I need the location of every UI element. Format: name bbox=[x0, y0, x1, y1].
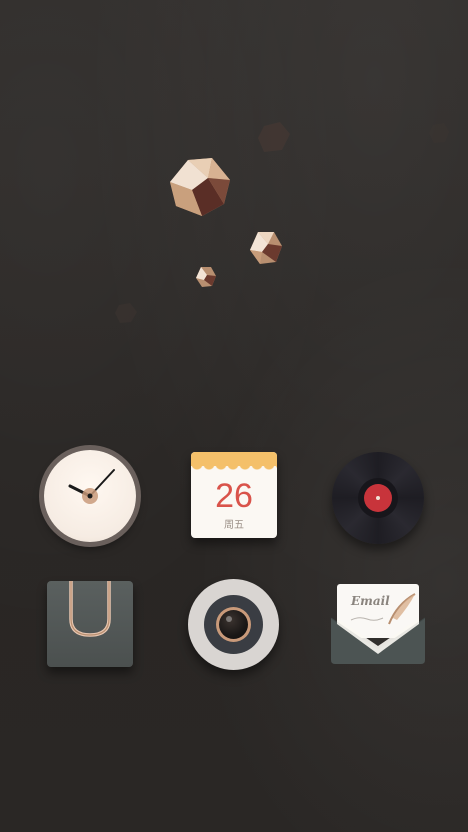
lens-glass bbox=[219, 610, 248, 639]
calendar-app-icon[interactable]: 26 周五 bbox=[191, 452, 277, 538]
blurred-gem-decoration bbox=[115, 303, 137, 323]
medium-gem-decoration bbox=[250, 232, 282, 264]
clock-app-icon[interactable] bbox=[44, 450, 136, 542]
clock-icon bbox=[68, 469, 115, 504]
camera-app-icon[interactable] bbox=[188, 579, 279, 670]
record-spindle-hole bbox=[376, 496, 380, 500]
blurred-gem-decoration bbox=[429, 123, 449, 143]
blurred-gem-decoration bbox=[258, 122, 290, 152]
large-gem-decoration bbox=[170, 158, 230, 216]
email-label: Email bbox=[351, 594, 390, 608]
email-app-icon[interactable]: Email bbox=[331, 584, 425, 664]
small-gem-decoration bbox=[196, 267, 216, 287]
paperclip-icon bbox=[69, 581, 111, 637]
lens-highlight bbox=[226, 616, 232, 622]
files-app-icon[interactable] bbox=[47, 581, 133, 667]
calendar-day-number: 26 bbox=[215, 477, 253, 515]
music-app-icon[interactable] bbox=[332, 452, 424, 544]
wallpaper bbox=[0, 0, 468, 832]
calendar-weekday: 周五 bbox=[224, 520, 244, 531]
calendar-header-strip bbox=[191, 452, 277, 470]
